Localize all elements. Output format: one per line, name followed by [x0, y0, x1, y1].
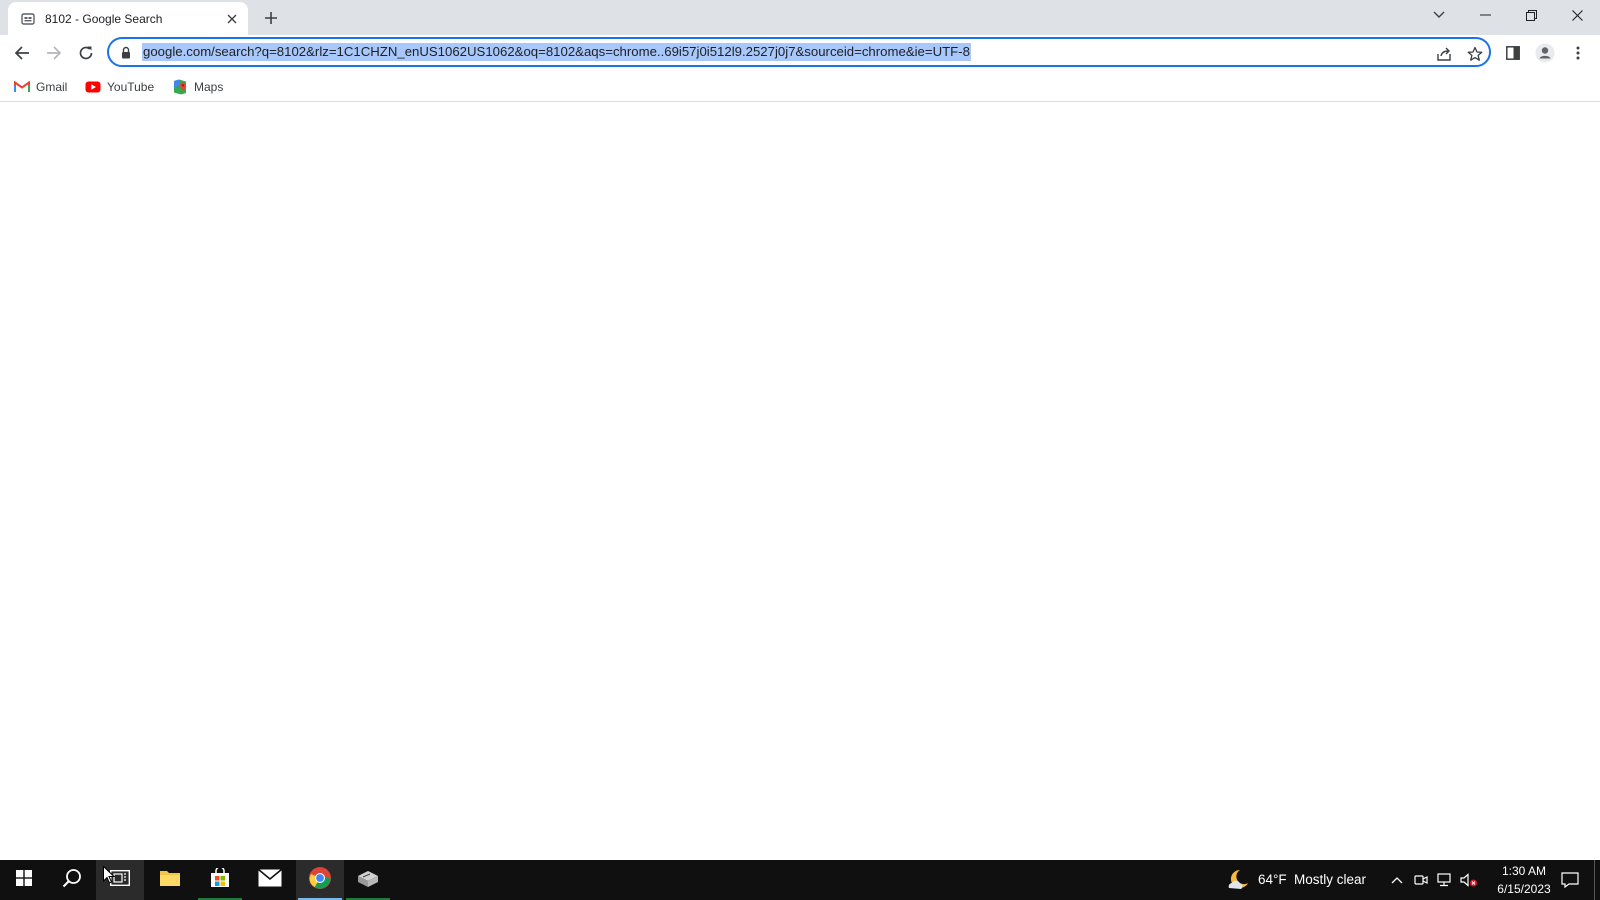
address-bar-url[interactable]: google.com/search?q=8102&rlz=1C1CHZN_enU… — [142, 43, 971, 61]
windows-taskbar: 64°F Mostly clear 1:30 AM 6/15/2023 — [0, 860, 1600, 900]
clock-date[interactable]: 6/15/2023 — [1486, 882, 1562, 896]
browser-toolbar: google.com/search?q=8102&rlz=1C1CHZN_enU… — [0, 35, 1600, 71]
bookmark-label: Gmail — [36, 80, 68, 94]
tab-title: 8102 - Google Search — [45, 11, 163, 26]
tab-close-icon[interactable] — [222, 9, 242, 29]
search-icon — [62, 868, 82, 893]
share-icon[interactable] — [1433, 43, 1455, 65]
start-icon — [16, 869, 32, 891]
app-icon — [356, 868, 380, 893]
tab-search-icon[interactable] — [1416, 0, 1462, 30]
notifications-icon[interactable] — [1558, 870, 1582, 890]
bookmark-youtube[interactable]: YouTube — [85, 77, 154, 97]
meet-now-icon[interactable] — [1412, 870, 1430, 890]
show-desktop-button[interactable] — [1594, 860, 1600, 900]
weather-widget[interactable]: 64°F Mostly clear — [1222, 860, 1372, 900]
search-button[interactable] — [48, 860, 96, 900]
weather-temperature: 64°F — [1258, 872, 1287, 887]
clock-time[interactable]: 1:30 AM — [1492, 864, 1556, 878]
file-explorer-button[interactable] — [146, 860, 194, 900]
mail-button[interactable] — [246, 860, 294, 900]
side-panel-icon[interactable] — [1500, 40, 1526, 66]
browser-tab[interactable]: 8102 - Google Search — [8, 2, 248, 35]
gmail-icon — [14, 79, 30, 95]
address-bar[interactable]: google.com/search?q=8102&rlz=1C1CHZN_enU… — [107, 37, 1491, 67]
store-icon — [210, 865, 230, 893]
page-content — [0, 102, 1600, 860]
maps-icon — [172, 79, 188, 95]
bookmark-star-icon[interactable] — [1464, 43, 1486, 65]
forward-button[interactable] — [40, 39, 68, 67]
tab-strip: 8102 - Google Search — [0, 0, 1600, 35]
close-icon[interactable] — [1554, 0, 1600, 30]
mail-icon — [257, 868, 283, 892]
lock-icon[interactable] — [119, 45, 133, 59]
mouse-cursor-icon — [103, 865, 116, 884]
restore-icon[interactable] — [1508, 0, 1554, 30]
bookmark-label: Maps — [194, 80, 224, 94]
store-button[interactable] — [196, 860, 244, 900]
chrome-menu-icon[interactable] — [1565, 40, 1591, 66]
network-icon[interactable] — [1436, 870, 1454, 890]
chrome-icon — [308, 866, 332, 895]
weather-condition: Mostly clear — [1294, 872, 1367, 887]
file-explorer-icon — [159, 869, 181, 892]
chrome-taskbar-button[interactable] — [296, 860, 344, 900]
app-button[interactable] — [344, 860, 392, 900]
youtube-icon — [85, 79, 101, 95]
bookmark-maps[interactable]: Maps — [172, 77, 223, 97]
moon-cloud-icon — [1226, 868, 1250, 892]
reload-button[interactable] — [72, 39, 100, 67]
start-button[interactable] — [0, 860, 48, 900]
show-hidden-icons-chevron-icon[interactable] — [1388, 870, 1406, 890]
bookmark-label: YouTube — [107, 80, 155, 94]
new-tab-button[interactable] — [259, 6, 283, 30]
volume-muted-icon[interactable] — [1460, 870, 1478, 890]
bookmarks-bar: Gmail YouTube Maps — [0, 71, 1600, 102]
minimize-icon[interactable] — [1462, 0, 1508, 30]
google-search-favicon-icon — [20, 11, 36, 27]
bookmark-gmail[interactable]: Gmail — [14, 77, 67, 97]
back-button[interactable] — [8, 39, 36, 67]
profile-avatar-icon[interactable] — [1532, 40, 1558, 66]
